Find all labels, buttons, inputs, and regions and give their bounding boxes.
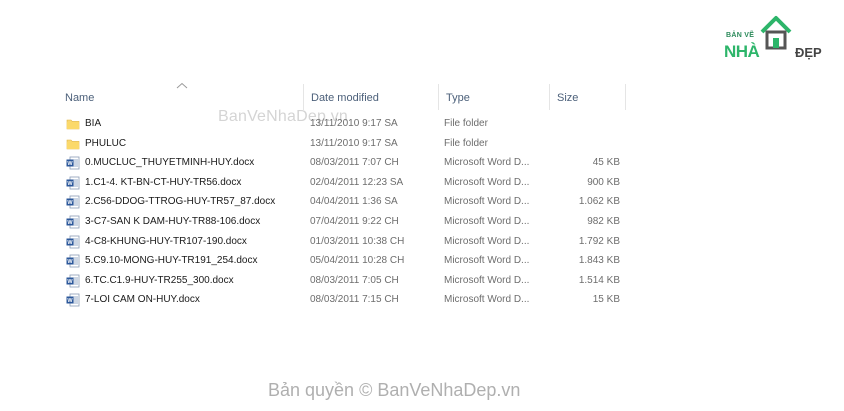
column-resize-handle[interactable] xyxy=(625,84,626,110)
logo-brand: NHÀ xyxy=(724,42,760,61)
file-row[interactable]: PHULUC 13/11/2010 9:17 SA File folder xyxy=(58,134,628,154)
file-type: Microsoft Word D... xyxy=(444,255,530,267)
file-type: Microsoft Word D... xyxy=(444,294,530,306)
folder-icon xyxy=(66,117,80,131)
file-size: 45 KB xyxy=(592,157,620,169)
file-date-modified: 05/04/2011 10:28 CH xyxy=(310,255,405,267)
file-size: 1.792 KB xyxy=(578,235,620,247)
file-name[interactable]: 5.C9.10-MONG-HUY-TR191_254.docx xyxy=(85,251,300,271)
file-date-modified: 08/03/2011 7:05 CH xyxy=(310,274,399,286)
column-header-date-label: Date modified xyxy=(311,92,379,104)
column-header-date[interactable]: Date modified xyxy=(304,84,439,110)
column-header-name-label: Name xyxy=(65,92,95,104)
column-header-type-label: Type xyxy=(446,92,470,104)
file-size: 982 KB xyxy=(587,215,620,227)
logo-line1: BẢN VẼ xyxy=(726,32,755,39)
column-header-size-label: Size xyxy=(557,92,579,104)
file-row[interactable]: W 0.MUCLUC_THUYETMINH-HUY.docx 08/03/2011 … xyxy=(58,153,628,173)
file-row[interactable]: W 2.C56-DDOG-TTROG-HUY-TR57_87.docx 04/04/… xyxy=(58,192,628,212)
file-row[interactable]: W 1.C1-4. KT-BN-CT-HUY-TR56.docx 02/04/201… xyxy=(58,173,628,193)
file-name[interactable]: 6.TC.C1.9-HUY-TR255_300.docx xyxy=(85,271,300,291)
file-size: 1.062 KB xyxy=(578,196,620,208)
svg-text:W: W xyxy=(67,259,73,265)
word-doc-icon: W xyxy=(66,274,80,288)
column-header-type[interactable]: Type xyxy=(439,84,550,110)
folder-icon xyxy=(66,137,80,151)
file-type: File folder xyxy=(444,118,488,129)
column-header-row: Name Date modified Type Size xyxy=(58,84,628,110)
file-date-modified: 13/11/2010 9:17 SA xyxy=(310,137,398,149)
file-type: Microsoft Word D... xyxy=(444,274,530,286)
brand-logo: BẢN VẼ NHÀ ĐẸP xyxy=(722,12,832,64)
svg-text:W: W xyxy=(67,240,73,246)
file-type: File folder xyxy=(444,137,488,149)
svg-text:W: W xyxy=(67,279,73,285)
word-doc-icon: W xyxy=(66,176,80,190)
file-name[interactable]: 7-LOI CAM ON-HUY.docx xyxy=(85,290,300,310)
svg-text:W: W xyxy=(67,299,73,305)
svg-text:W: W xyxy=(67,161,73,167)
logo-suffix: ĐẸP xyxy=(795,45,822,60)
word-doc-icon: W xyxy=(66,254,80,268)
word-doc-icon: W xyxy=(66,156,80,170)
svg-text:W: W xyxy=(67,181,73,187)
word-doc-icon: W xyxy=(66,215,80,229)
file-date-modified: 08/03/2011 7:07 CH xyxy=(310,157,399,169)
file-date-modified: 02/04/2011 12:23 SA xyxy=(310,176,404,188)
file-row[interactable]: W 3-C7-SAN K DAM-HUY-TR88-106.docx 07/04/2… xyxy=(58,212,628,232)
file-date-modified: 04/04/2011 1:36 SA xyxy=(310,196,398,208)
file-date-modified: 07/04/2011 9:22 CH xyxy=(310,215,399,227)
file-size: 1.514 KB xyxy=(578,274,620,286)
file-row[interactable]: W 5.C9.10-MONG-HUY-TR191_254.docx 05/04/20… xyxy=(58,251,628,271)
file-list: BIA 13/11/2010 9:17 SA File folder PHULUC 13… xyxy=(58,114,628,310)
file-name[interactable]: 3-C7-SAN K DAM-HUY-TR88-106.docx xyxy=(85,212,300,232)
file-row[interactable]: W 7-LOI CAM ON-HUY.docx 08/03/2011 7:15 CH… xyxy=(58,290,628,310)
file-type: Microsoft Word D... xyxy=(444,235,530,247)
file-type: Microsoft Word D... xyxy=(444,215,530,227)
file-size: 15 KB xyxy=(592,294,620,306)
word-doc-icon: W xyxy=(66,235,80,249)
file-name[interactable]: PHULUC xyxy=(85,134,300,154)
watermark-text: BanVeNhaDep.vn xyxy=(218,108,349,125)
file-size: 1.843 KB xyxy=(578,255,620,267)
file-name[interactable]: 1.C1-4. KT-BN-CT-HUY-TR56.docx xyxy=(85,173,300,193)
word-doc-icon: W xyxy=(66,195,80,209)
file-row[interactable]: W 4-C8-KHUNG-HUY-TR107-190.docx 01/03/2011… xyxy=(58,232,628,252)
file-date-modified: 08/03/2011 7:15 CH xyxy=(310,294,399,306)
file-name[interactable]: 2.C56-DDOG-TTROG-HUY-TR57_87.docx xyxy=(85,192,300,212)
file-type: Microsoft Word D... xyxy=(444,176,530,188)
file-date-modified: 01/03/2011 10:38 CH xyxy=(310,235,405,247)
copyright-watermark: Bản quyền © BanVeNhaDep.vn xyxy=(268,380,521,400)
file-row[interactable]: W 6.TC.C1.9-HUY-TR255_300.docx 08/03/2011 … xyxy=(58,271,628,291)
file-name[interactable]: 4-C8-KHUNG-HUY-TR107-190.docx xyxy=(85,232,300,252)
file-name[interactable]: 0.MUCLUC_THUYETMINH-HUY.docx xyxy=(85,153,300,173)
column-header-size[interactable]: Size xyxy=(550,84,626,110)
file-type: Microsoft Word D... xyxy=(444,157,530,169)
column-header-name[interactable]: Name xyxy=(58,84,304,110)
svg-text:W: W xyxy=(67,220,73,226)
word-doc-icon: W xyxy=(66,293,80,307)
house-logo-icon xyxy=(760,16,792,50)
file-size: 900 KB xyxy=(587,176,620,188)
svg-text:W: W xyxy=(67,201,73,207)
file-type: Microsoft Word D... xyxy=(444,196,530,208)
